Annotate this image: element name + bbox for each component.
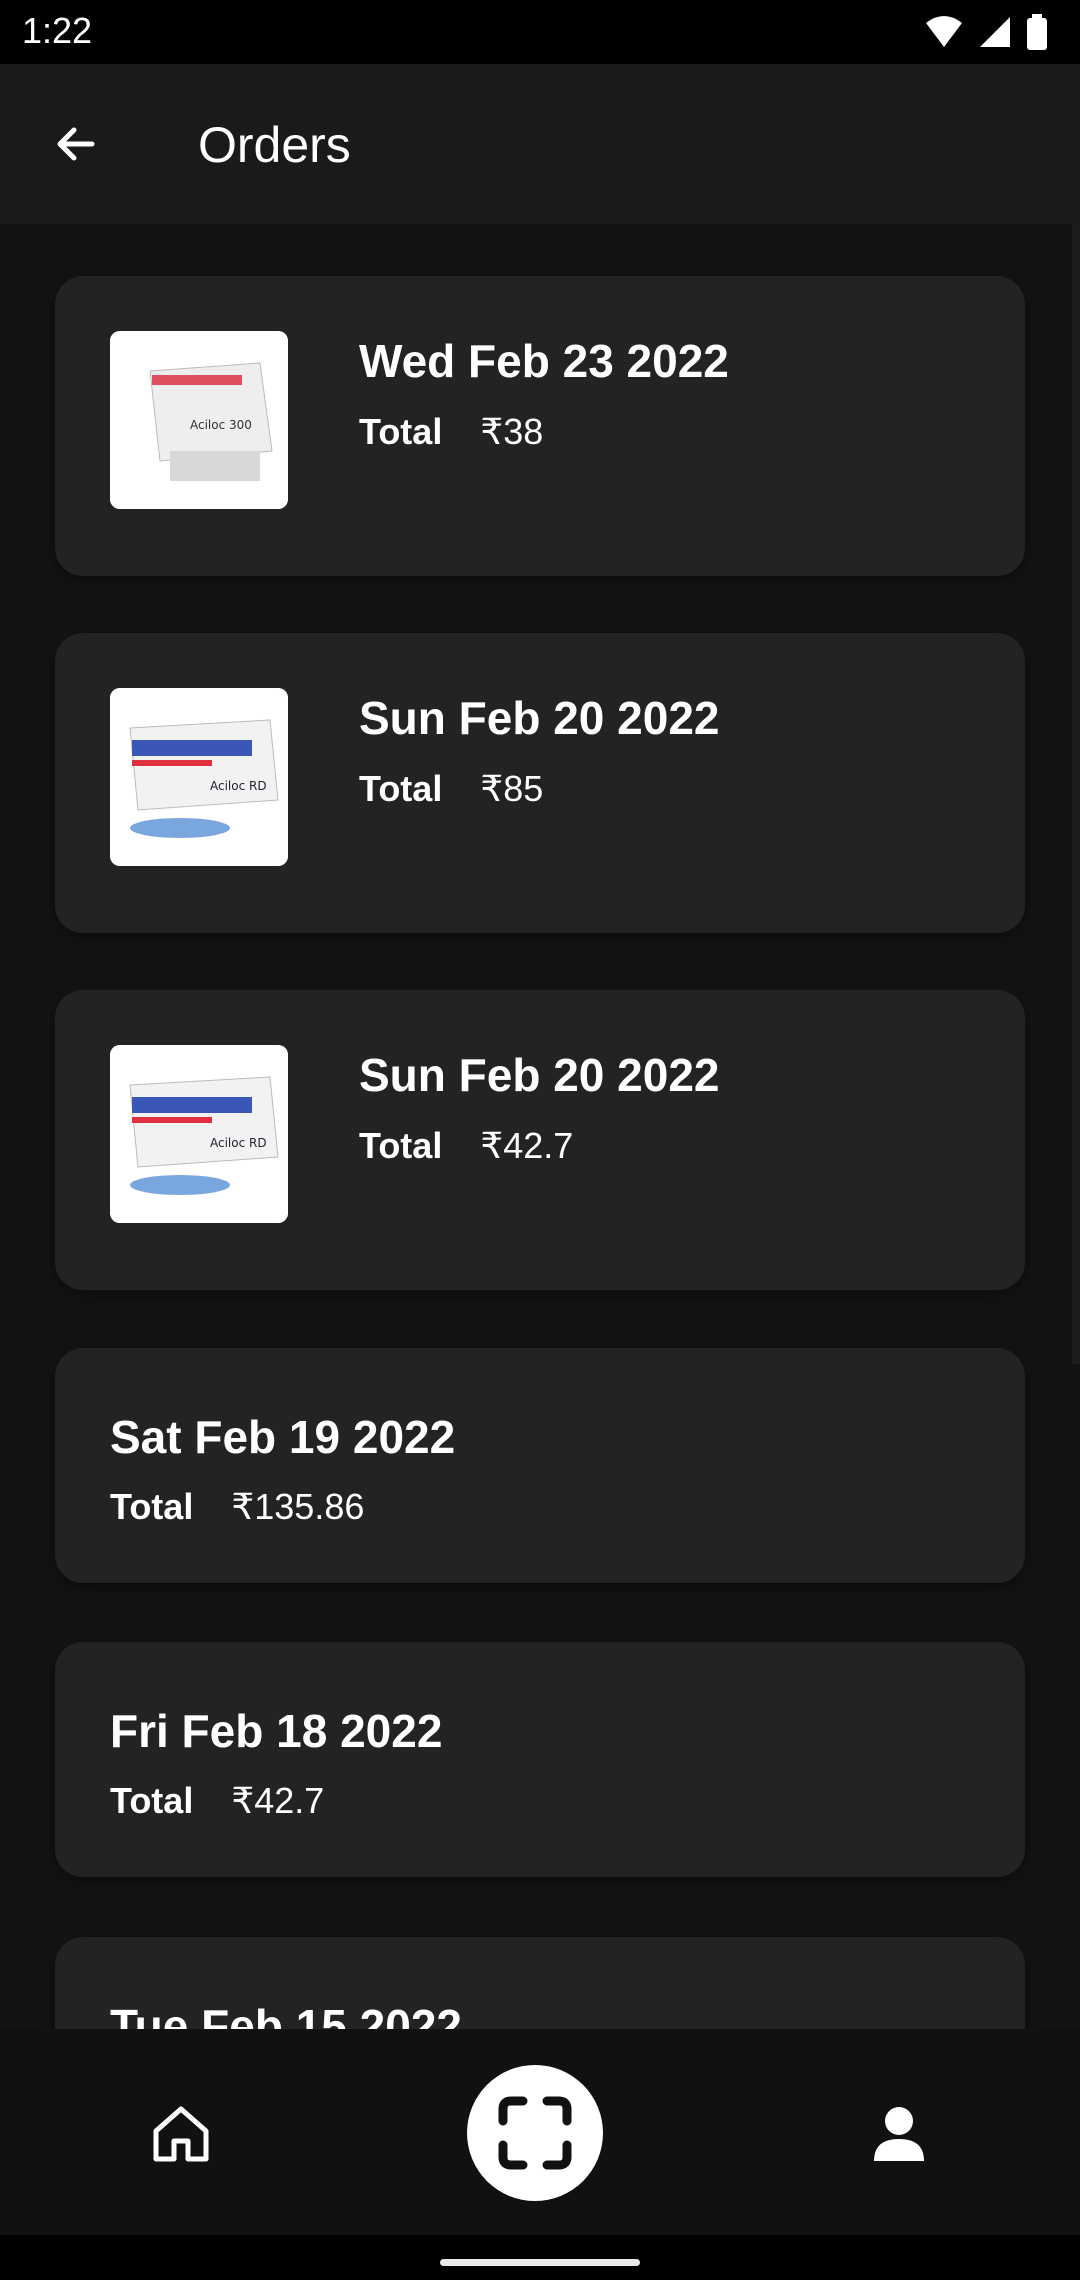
- thumb-label: Aciloc RD: [210, 779, 267, 793]
- thumb-label: Aciloc 300: [190, 418, 252, 432]
- orders-list: Aciloc 300 Wed Feb 23 2022 Total ₹38 Aci…: [0, 224, 1080, 2029]
- scan-icon: [498, 2096, 572, 2170]
- battery-icon: [1027, 14, 1047, 50]
- total-label: Total: [359, 768, 443, 809]
- home-gesture-handle[interactable]: [440, 2259, 640, 2266]
- order-date: Wed Feb 23 2022: [359, 335, 729, 387]
- total-label: Total: [359, 411, 443, 452]
- gesture-bar: [0, 2235, 1080, 2280]
- order-date: Sun Feb 20 2022: [359, 1049, 720, 1101]
- status-icons: [924, 14, 1048, 50]
- home-icon: [153, 2106, 209, 2162]
- product-thumbnail: Aciloc 300: [110, 331, 288, 509]
- nav-scan-button[interactable]: [467, 2065, 603, 2201]
- order-total: Total ₹135.86: [110, 1486, 364, 1528]
- order-total: Total ₹85: [359, 768, 543, 810]
- total-value: ₹135.86: [231, 1486, 365, 1527]
- total-label: Total: [359, 1125, 443, 1166]
- total-value: ₹42.7: [480, 1125, 574, 1166]
- order-total: Total ₹42.7: [110, 1780, 324, 1822]
- order-card[interactable]: Aciloc 300 Wed Feb 23 2022 Total ₹38: [55, 276, 1025, 576]
- thumb-label: Aciloc RD: [210, 1136, 267, 1150]
- nav-home-button[interactable]: [146, 2099, 216, 2169]
- product-thumbnail: Aciloc RD: [110, 688, 288, 866]
- total-value: ₹85: [480, 768, 544, 809]
- wifi-icon: [926, 16, 962, 47]
- order-total: Total ₹38: [359, 411, 543, 453]
- order-card[interactable]: Aciloc RD Sun Feb 20 2022 Total ₹42.7: [55, 990, 1025, 1290]
- order-card[interactable]: Tue Feb 15 2022: [55, 1937, 1025, 2029]
- page-title: Orders: [198, 117, 351, 173]
- order-date: Tue Feb 15 2022: [110, 2000, 462, 2029]
- arrow-back-icon: [57, 127, 95, 161]
- order-card[interactable]: Sat Feb 19 2022 Total ₹135.86: [55, 1348, 1025, 1583]
- total-label: Total: [110, 1780, 194, 1821]
- order-date: Sat Feb 19 2022: [110, 1411, 456, 1463]
- bottom-navigation: [0, 2029, 1080, 2235]
- order-card[interactable]: Fri Feb 18 2022 Total ₹42.7: [55, 1642, 1025, 1877]
- order-date: Sun Feb 20 2022: [359, 692, 720, 744]
- status-time: 1:22: [22, 10, 93, 51]
- nav-profile-button[interactable]: [864, 2099, 934, 2169]
- total-label: Total: [110, 1486, 194, 1527]
- profile-icon: [874, 2107, 924, 2161]
- status-bar: 1:22: [0, 0, 1080, 64]
- back-button[interactable]: [44, 112, 108, 176]
- signal-icon: [980, 17, 1010, 47]
- order-date: Fri Feb 18 2022: [110, 1705, 443, 1757]
- total-value: ₹38: [480, 411, 544, 452]
- total-value: ₹42.7: [231, 1780, 325, 1821]
- app-bar: Orders: [0, 64, 1080, 224]
- order-total: Total ₹42.7: [359, 1125, 573, 1167]
- order-card[interactable]: Aciloc RD Sun Feb 20 2022 Total ₹85: [55, 633, 1025, 933]
- product-thumbnail: Aciloc RD: [110, 1045, 288, 1223]
